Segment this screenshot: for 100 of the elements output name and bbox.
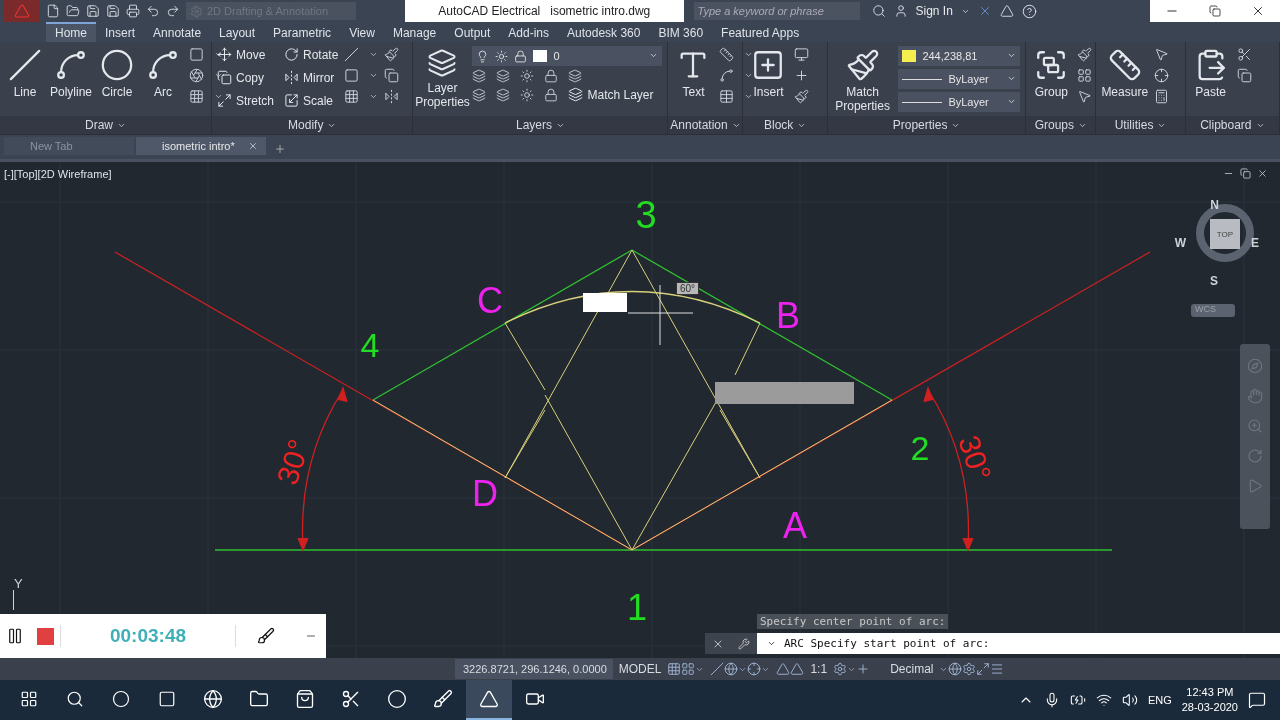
ribbon-tab[interactable]: Parametric — [264, 22, 341, 42]
ribbon-tab[interactable]: Output — [445, 22, 500, 42]
ribbon-button[interactable]: Move — [217, 46, 274, 63]
stop-icon[interactable] — [36, 627, 54, 645]
search-field[interactable]: Type a keyword or phrase — [693, 2, 860, 20]
paintbrush-icon — [845, 48, 880, 82]
ribbon-tab[interactable]: Add-ins — [499, 22, 558, 42]
ribbon-tab[interactable]: Manage — [383, 22, 446, 42]
drawing-label: A — [783, 504, 807, 546]
open-icon — [66, 4, 80, 18]
line-icon — [8, 48, 42, 82]
match-layer-icon — [568, 87, 584, 102]
recording-time: 00:03:48 — [60, 625, 236, 647]
orbit-icon — [1247, 448, 1263, 464]
viewport-label[interactable]: [-][Top][2D Wireframe] — [4, 168, 112, 180]
ribbon-button[interactable]: Mirror — [284, 69, 339, 86]
window-title: AutoCAD Electrical — [438, 4, 541, 18]
ribbon-button[interactable]: Insert — [748, 46, 789, 99]
ribbon-button[interactable]: Scale — [284, 92, 339, 109]
language-indicator[interactable]: ENG — [1147, 694, 1172, 706]
panel-title[interactable]: Properties — [827, 116, 1026, 134]
angle-tooltip: 60° — [676, 282, 700, 295]
caret-icon — [744, 50, 754, 59]
property-dropdown[interactable]: ByLayer — [898, 92, 1021, 112]
ribbon-button[interactable]: Measure — [1101, 46, 1149, 99]
search-icon — [66, 690, 84, 708]
redo-icon — [166, 4, 180, 18]
panel-title[interactable]: Modify — [212, 116, 413, 134]
file-tab[interactable]: isometric intro* — [136, 137, 266, 155]
sign-in-link[interactable]: Sign In — [915, 4, 953, 18]
polyline-icon — [54, 48, 88, 82]
selection-icon — [1077, 89, 1093, 104]
panel-title[interactable]: Clipboard — [1185, 116, 1279, 134]
rectangle-icon — [189, 47, 204, 62]
caret-icon — [649, 51, 659, 60]
drawing-label: 2 — [910, 429, 930, 467]
panel-title[interactable]: Layers — [413, 116, 668, 134]
panel-title[interactable]: Annotation — [668, 116, 743, 134]
ribbon-button[interactable]: Stretch — [217, 92, 274, 109]
copy-icon — [1236, 68, 1252, 83]
units-dropdown[interactable]: Decimal — [890, 662, 934, 676]
wrench-icon — [738, 637, 750, 650]
ribbon-tab[interactable]: Annotate — [144, 22, 211, 42]
ribbon-button[interactable]: Match Layer — [568, 86, 654, 103]
linetype-icon — [902, 78, 943, 80]
ribbon-tab[interactable]: View — [340, 22, 384, 42]
ribbon-button[interactable]: Arc — [143, 46, 183, 99]
ribbon-button[interactable]: Paste — [1190, 46, 1231, 99]
ribbon-tab[interactable]: Home — [46, 22, 96, 42]
panel-title[interactable]: Groups — [1026, 116, 1096, 134]
ribbon-tab[interactable]: Insert — [96, 22, 145, 42]
ribbon-tab[interactable]: Layout — [210, 22, 265, 42]
ribbon-button[interactable]: Copy — [217, 69, 274, 86]
ribbon-tab[interactable]: BIM 360 — [649, 22, 713, 42]
calculator-icon — [1154, 89, 1170, 104]
select-icon — [1154, 47, 1170, 62]
caret-icon — [369, 92, 379, 101]
snap-icon — [681, 662, 696, 676]
ribbon-button[interactable]: Line — [5, 46, 45, 99]
create-icon — [794, 68, 810, 83]
ribbon-button[interactable]: Group — [1031, 46, 1072, 99]
brush-icon — [257, 627, 275, 645]
wheel-icon — [1247, 358, 1263, 374]
lock-icon — [514, 49, 528, 63]
leader-icon — [719, 68, 735, 83]
property-dropdown[interactable]: 244,238,81 — [898, 46, 1021, 66]
ribbon-button[interactable]: Text — [673, 46, 714, 99]
taskbar-app[interactable] — [466, 680, 512, 720]
ribbon-button[interactable]: Circle — [97, 46, 137, 99]
scale-dropdown[interactable]: 1:1 — [810, 662, 828, 676]
panel-title[interactable]: Utilities — [1096, 116, 1185, 134]
clock-date[interactable]: 28-03-2020 — [1181, 700, 1238, 715]
command-history: Specify center point of arc: — [757, 614, 949, 629]
input-field[interactable] — [715, 382, 854, 404]
clock-time[interactable]: 12:43 PM — [1186, 685, 1234, 700]
model-space-button[interactable]: MODEL — [618, 662, 662, 676]
showmotion-icon — [1247, 478, 1263, 494]
property-dropdown[interactable]: ByLayer — [898, 69, 1021, 89]
sun-icon — [495, 49, 509, 63]
caret-icon — [767, 639, 776, 648]
caret-icon — [744, 71, 754, 80]
add-tab-icon — [274, 143, 286, 155]
ribbon-tab[interactable]: Autodesk 360 — [558, 22, 650, 42]
panel-title[interactable]: Draw — [0, 116, 211, 134]
ribbon-button[interactable]: Match Properties — [832, 46, 893, 113]
caret-icon — [214, 50, 223, 59]
ribbon-button[interactable]: Polyline — [51, 46, 91, 99]
linetype-icon — [902, 101, 943, 103]
print-icon — [126, 4, 140, 18]
input-field[interactable] — [583, 293, 627, 312]
viewcube-face[interactable]: TOP — [1210, 219, 1240, 249]
ribbon-button[interactable]: Rotate — [284, 46, 339, 63]
layer-dropdown[interactable]: 0 — [472, 46, 663, 66]
array-icon — [189, 89, 204, 104]
ribbon-tab[interactable]: Featured Apps — [712, 22, 809, 42]
panel-title[interactable]: Block — [743, 116, 827, 134]
store-icon — [295, 689, 315, 709]
command-prompt: ARC Specify start point of arc: — [784, 637, 990, 650]
zoom-icon — [1247, 418, 1263, 434]
plus-icon — [856, 662, 871, 676]
